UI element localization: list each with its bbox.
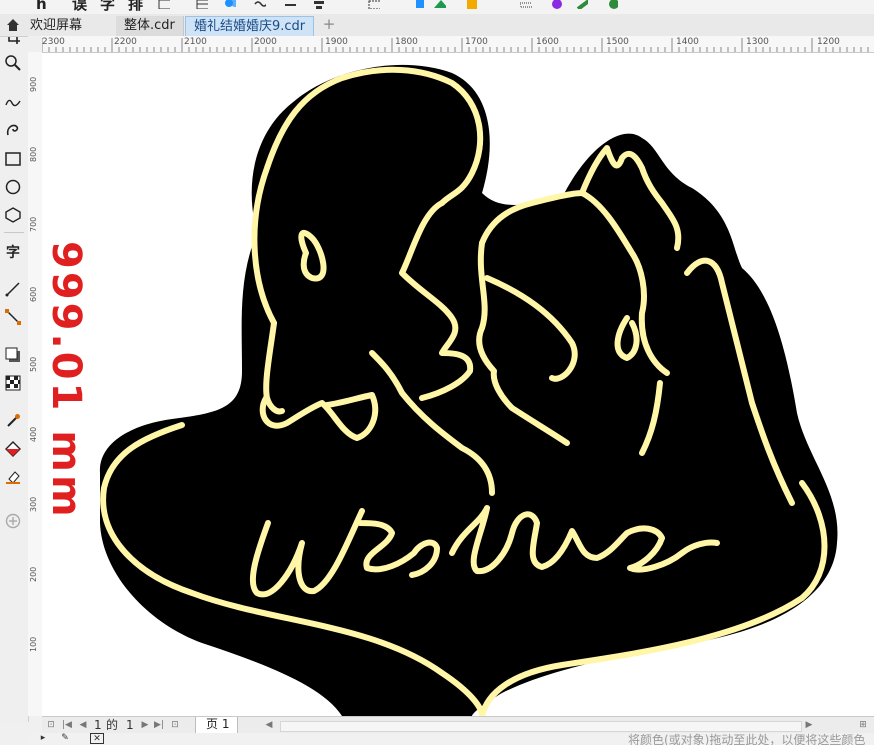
- horizontal-scrollbar[interactable]: [280, 721, 802, 732]
- blend-icon[interactable]: [224, 0, 236, 9]
- smart-fill-icon[interactable]: [2, 466, 24, 488]
- line-icon[interactable]: [284, 0, 296, 9]
- ruler-label: 700: [29, 216, 38, 232]
- horizontal-ruler[interactable]: 2300 2200 2100 2000 1900 1800 1700 1600 …: [42, 36, 874, 53]
- ruler-label: 1900: [325, 37, 348, 47]
- ruler-label: 100: [29, 636, 38, 652]
- drawing-canvas[interactable]: 999.01 mm: [42, 53, 874, 716]
- node-green-icon[interactable]: [606, 0, 618, 9]
- interactive-fill-icon[interactable]: [2, 438, 24, 460]
- ruler-label: 1700: [465, 37, 488, 47]
- ruler-label: 2000: [254, 37, 277, 47]
- toolbar-glyph[interactable]: 误: [72, 0, 87, 12]
- next-page-icon[interactable]: ▶: [140, 720, 150, 730]
- ruler-label: 600: [29, 286, 38, 302]
- grid-icon[interactable]: [368, 0, 380, 9]
- add-page-button[interactable]: ⊡: [170, 720, 180, 730]
- zoom-tool-icon[interactable]: [2, 52, 24, 74]
- home-icon[interactable]: [6, 18, 20, 32]
- status-hint: 将颜色(或对象)拖动至此处，以便将这些颜色: [628, 733, 866, 745]
- shape-green-icon[interactable]: [434, 0, 446, 9]
- document-tab-bar: 欢迎屏幕 整体.cdr 婚礼结婚婚庆9.cdr +: [0, 14, 874, 37]
- grid-orange-icon[interactable]: [466, 0, 478, 9]
- ruler-label: 1300: [746, 37, 769, 47]
- status-bar: ▸ ✎ ✕ 将颜色(或对象)拖动至此处，以便将这些颜色: [28, 733, 874, 745]
- shape-purple-icon[interactable]: [550, 0, 562, 9]
- ruler-label: 1400: [676, 37, 699, 47]
- align-icon[interactable]: [312, 0, 324, 9]
- first-page-icon[interactable]: |◀: [62, 720, 72, 730]
- top-toolbar: h 误 字 排: [0, 0, 874, 14]
- transparency-tool-icon[interactable]: [2, 372, 24, 394]
- toolbox-separator: [4, 232, 24, 233]
- toolbar-glyph[interactable]: 排: [128, 0, 143, 12]
- ruler-label: 200: [29, 566, 38, 582]
- ruler-label: 1800: [395, 37, 418, 47]
- tab-wedding-cdr[interactable]: 婚礼结婚婚庆9.cdr: [185, 16, 315, 37]
- wave-icon[interactable]: [254, 0, 266, 9]
- ruler-label: 1500: [606, 37, 629, 47]
- ruler-label: 1200: [817, 37, 840, 47]
- artistic-media-icon[interactable]: [2, 118, 24, 140]
- ruler-origin[interactable]: [28, 36, 43, 53]
- scroll-left-icon[interactable]: ◀: [264, 720, 274, 730]
- dimension-tool-icon[interactable]: [2, 278, 24, 300]
- dots-icon[interactable]: [520, 0, 532, 9]
- polygon-tool-icon[interactable]: [2, 204, 24, 226]
- vertical-ruler[interactable]: 900 800 700 600 500 400 300 200 100: [28, 52, 43, 716]
- document-icon[interactable]: [158, 0, 170, 9]
- pen-icon[interactable]: ✎: [60, 733, 70, 743]
- first-page-button[interactable]: ⊡: [46, 720, 56, 730]
- ruler-label: 900: [29, 76, 38, 92]
- ruler-label: 800: [29, 146, 38, 162]
- toolbar-glyph[interactable]: 字: [100, 0, 115, 12]
- toolbox: 字: [0, 22, 29, 722]
- current-page: 1: [94, 718, 102, 732]
- ruler-label: 400: [29, 426, 38, 442]
- page-navigator: ⊡ |◀ ◀ 1 的 1 ▶ ▶| ⊡ 页 1 ◀ ▶ ⊞: [42, 716, 874, 734]
- add-tool-icon[interactable]: [2, 510, 24, 532]
- text-tool-icon[interactable]: 字: [2, 242, 24, 264]
- ruler-label: 2300: [42, 37, 65, 47]
- table-icon[interactable]: [196, 0, 208, 9]
- ruler-label: 2200: [114, 37, 137, 47]
- ruler-label: 300: [29, 496, 38, 512]
- tab-overall-cdr[interactable]: 整体.cdr: [116, 16, 184, 36]
- ruler-label: 1600: [536, 37, 559, 47]
- scroll-right-icon[interactable]: ▶: [804, 720, 814, 730]
- connector-tool-icon[interactable]: [2, 306, 24, 328]
- tab-welcome-screen[interactable]: 欢迎屏幕: [22, 16, 90, 36]
- total-pages: 1: [126, 718, 134, 732]
- artwork-black-silhouette[interactable]: [99, 64, 838, 716]
- rectangle-tool-icon[interactable]: [2, 148, 24, 170]
- last-page-icon[interactable]: ▶|: [154, 720, 164, 730]
- expand-arrow-icon[interactable]: ▸: [38, 733, 48, 743]
- pen-green-icon[interactable]: [576, 0, 588, 9]
- ellipse-tool-icon[interactable]: [2, 176, 24, 198]
- freehand-tool-icon[interactable]: [2, 90, 24, 112]
- page-tab-1[interactable]: 页 1: [195, 717, 239, 734]
- wedding-artwork[interactable]: [42, 53, 874, 716]
- eyedropper-tool-icon[interactable]: [2, 410, 24, 432]
- add-tab-button[interactable]: +: [322, 17, 336, 32]
- shape-blue-icon[interactable]: [414, 0, 426, 9]
- dimension-label: 999.01 mm: [43, 228, 89, 608]
- prev-page-icon[interactable]: ◀: [78, 720, 88, 730]
- toolbar-glyph[interactable]: h: [36, 0, 47, 12]
- navigator-icon[interactable]: ⊞: [858, 720, 868, 730]
- shadow-tool-icon[interactable]: [2, 344, 24, 366]
- page-of-label: 的: [106, 718, 119, 732]
- ruler-label: 500: [29, 356, 38, 372]
- ruler-label: 2100: [184, 37, 207, 47]
- dimension-text: 999.01 mm: [43, 241, 89, 520]
- no-fill-icon[interactable]: ✕: [90, 733, 104, 744]
